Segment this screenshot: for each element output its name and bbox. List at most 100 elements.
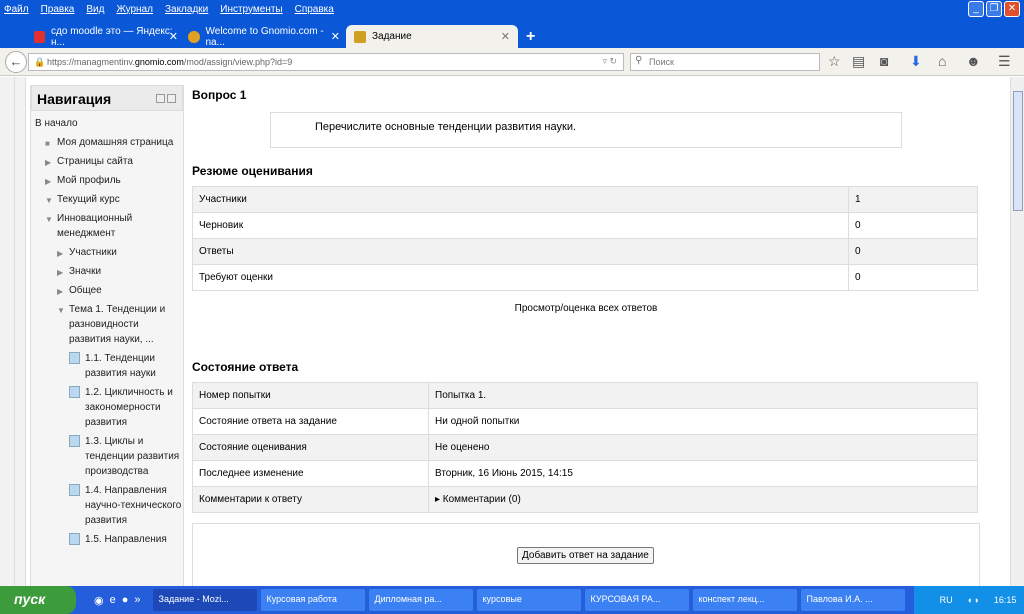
vertical-scrollbar[interactable] xyxy=(1010,77,1024,586)
value-cell: Попытка 1. xyxy=(428,382,978,409)
menu-item[interactable]: Файл xyxy=(4,4,29,15)
taskbar-item[interactable]: Дипломная ра... xyxy=(368,589,473,611)
main-region: Вопрос 1 Перечислите основные тенденции … xyxy=(192,77,980,586)
nav-item[interactable]: ▶ Страницы сайта xyxy=(35,154,183,169)
menu-item[interactable]: Журнал xyxy=(116,4,153,15)
value-cell: 1 xyxy=(848,186,978,213)
page-content: Навигация В начало ■ Моя домашняя страница… xyxy=(0,77,1010,586)
close-tab-icon[interactable]: ✕ xyxy=(169,30,178,43)
nav-item[interactable]: В начало xyxy=(35,116,183,131)
bookmark-star-icon[interactable]: ☆ xyxy=(828,53,841,70)
label-cell: Состояние оценивания xyxy=(192,434,429,461)
taskbar-item[interactable]: конспект лекц... xyxy=(692,589,797,611)
table-row: Последнее изменение Вторник, 16 Июнь 2015… xyxy=(192,460,978,487)
navigation-header: Навигация xyxy=(31,85,183,111)
scrollbar-thumb[interactable] xyxy=(1013,91,1023,211)
navigation-tree: В начало ■ Моя домашняя страница ▶ Страницы … xyxy=(31,111,183,547)
collapsed-icon: ▶ xyxy=(57,268,64,277)
tab-label: сдо moodle это — Яндекс: н... xyxy=(51,25,173,48)
close-window-button[interactable]: ✕ xyxy=(1004,1,1020,17)
menu-item[interactable]: Правка xyxy=(41,4,75,15)
collapse-icon[interactable] xyxy=(156,94,165,103)
clock: 16:15 xyxy=(993,595,1017,605)
nav-item-label: 1.4. Направления научно-технического раз… xyxy=(85,485,182,526)
table-row: Ответы 0 xyxy=(192,238,978,265)
nav-item[interactable]: ▼ Тема 1. Тенденции и разновидности разви… xyxy=(35,302,183,347)
tab-zadanie[interactable]: Задание ✕ xyxy=(346,25,518,48)
taskbar: пуск ◉ e ● » Задание - Mozi... Курсовая рабо… xyxy=(0,586,1024,614)
nav-item[interactable]: ▼ Инновационный менеджмент xyxy=(35,211,183,241)
menu-item[interactable]: Вид xyxy=(86,4,104,15)
taskbar-item[interactable]: Павлова И.А. ... xyxy=(800,589,905,611)
nav-item[interactable]: ▼ Текущий курс xyxy=(35,192,183,207)
table-row: Комментарии к ответу ▸ Комментарии (0) xyxy=(192,486,978,513)
chat-icon[interactable]: ☻ xyxy=(966,53,981,69)
menu-item[interactable]: Закладки xyxy=(165,4,208,15)
reload-icon[interactable]: ▿ ↻ xyxy=(602,56,617,67)
firefox-icon[interactable]: ● xyxy=(122,594,129,607)
page-icon xyxy=(69,352,80,364)
reading-list-icon[interactable]: ▤ xyxy=(852,53,865,70)
nav-item[interactable]: 1.1. Тенденции развития науки xyxy=(35,351,183,381)
page-icon xyxy=(69,533,80,545)
page-icon xyxy=(69,484,80,496)
menu-item[interactable]: Инструменты xyxy=(220,4,282,15)
label-cell: Участники xyxy=(192,186,849,213)
label-cell: Номер попытки xyxy=(192,382,429,409)
more-icon[interactable]: » xyxy=(134,594,140,607)
label-cell: Состояние ответа на задание xyxy=(192,408,429,435)
nav-item-label: 1.2. Цикличность и закономерности развит… xyxy=(85,387,173,428)
taskbar-item[interactable]: Курсовая работа xyxy=(260,589,365,611)
nav-item[interactable]: ■ Моя домашняя страница xyxy=(35,135,183,150)
table-row: Состояние ответа на задание Ни одной попы… xyxy=(192,408,978,435)
tab-gnomio[interactable]: Welcome to Gnomio.com - na... ✕ xyxy=(180,25,348,48)
nav-item-label: Страницы сайта xyxy=(57,156,133,167)
nav-item-label: Инновационный менеджмент xyxy=(57,213,133,239)
taskbar-item[interactable]: курсовые xyxy=(476,589,581,611)
moodle-icon xyxy=(354,30,366,43)
page-icon xyxy=(69,386,80,398)
nav-item[interactable]: ▶ Значки xyxy=(35,264,183,279)
view-all-link[interactable]: Просмотр/оценка всех ответов xyxy=(192,303,980,314)
start-button[interactable]: пуск xyxy=(0,586,76,614)
nav-item[interactable]: ▶ Участники xyxy=(35,245,183,260)
nav-item[interactable]: 1.5. Направления xyxy=(35,532,183,547)
new-tab-button[interactable]: + xyxy=(518,25,543,48)
pocket-icon[interactable]: ◙ xyxy=(880,53,888,69)
task-list: Задание - Mozi... Курсовая работа Дипломна… xyxy=(152,589,909,611)
nav-item[interactable]: ▶ Общее xyxy=(35,283,183,298)
nav-item-label: Моя домашняя страница xyxy=(57,137,174,148)
nav-item[interactable]: 1.2. Цикличность и закономерности развит… xyxy=(35,385,183,430)
home-icon[interactable]: ⌂ xyxy=(938,53,946,69)
taskbar-item[interactable]: Задание - Mozi... xyxy=(152,589,257,611)
ie-icon[interactable]: e xyxy=(110,594,116,607)
system-tray: RU ◐◑ 16:15 xyxy=(914,586,1024,614)
search-input[interactable]: ⚲ Поиск xyxy=(630,53,820,71)
back-button[interactable]: ← xyxy=(5,51,27,73)
close-tab-icon[interactable]: ✕ xyxy=(331,30,340,43)
left-gutter xyxy=(0,77,26,586)
menu-item[interactable]: Справка xyxy=(295,4,334,15)
download-icon[interactable]: ⬇ xyxy=(910,53,922,70)
nav-item[interactable]: ▶ Мой профиль xyxy=(35,173,183,188)
dock-icon[interactable] xyxy=(167,94,176,103)
restore-button[interactable]: ❐ xyxy=(986,1,1002,17)
nav-item[interactable]: 1.3. Циклы и тенденции развития производ… xyxy=(35,434,183,479)
menu-icon[interactable]: ☰ xyxy=(998,53,1011,70)
value-cell: 0 xyxy=(848,238,978,265)
taskbar-item[interactable]: КУРСОВАЯ РА... xyxy=(584,589,689,611)
tab-yandex[interactable]: сдо moodle это — Яндекс: н... ✕ xyxy=(26,25,186,48)
navigation-block: Навигация В начало ■ Моя домашняя страница… xyxy=(30,85,184,586)
add-submission-button[interactable]: Добавить ответ на задание xyxy=(517,547,654,564)
question-text: Перечислите основные тенденции развития … xyxy=(315,121,577,133)
close-tab-icon[interactable]: ✕ xyxy=(501,30,510,43)
desktop-icon[interactable]: ◉ xyxy=(94,594,104,607)
language-indicator[interactable]: RU xyxy=(940,595,953,605)
minimize-button[interactable]: _ xyxy=(968,1,984,17)
url-bar[interactable]: 🔒 https://managmentinv.gnomio.com/mod/ass… xyxy=(28,53,624,71)
tray-icons: ◐◑ xyxy=(967,595,979,605)
nav-item[interactable]: 1.4. Направления научно-технического раз… xyxy=(35,483,183,528)
value-cell[interactable]: ▸ Комментарии (0) xyxy=(428,486,978,513)
expanded-icon: ▼ xyxy=(45,215,53,224)
quick-launch: ◉ e ● » xyxy=(94,594,141,607)
